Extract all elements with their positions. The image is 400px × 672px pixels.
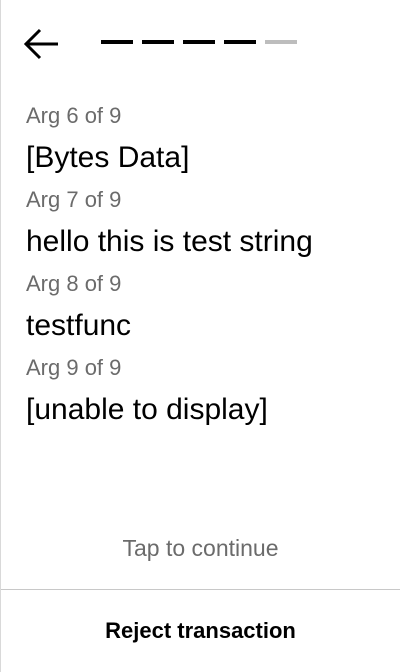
arg-value: testfunc xyxy=(26,309,132,342)
progress-step-complete xyxy=(142,40,174,44)
arg-value: [Bytes Data] xyxy=(26,141,190,174)
progress-step-pending xyxy=(265,40,297,44)
arg-value: hello this is test string xyxy=(26,225,313,258)
arrow-left-icon xyxy=(23,28,58,60)
review-screen: Arg 6 of 9 [Bytes Data] Arg 7 of 9 hello… xyxy=(0,0,400,672)
arg-label: Arg 9 of 9 xyxy=(26,355,122,380)
arg-label: Arg 7 of 9 xyxy=(26,187,122,212)
progress-step-current xyxy=(224,40,256,44)
reject-transaction-button[interactable]: Reject transaction xyxy=(1,590,400,672)
arg-label: Arg 8 of 9 xyxy=(26,271,122,296)
progress-step-complete xyxy=(101,40,133,44)
progress-step-complete xyxy=(183,40,215,44)
back-button[interactable] xyxy=(23,28,61,60)
arg-label: Arg 6 of 9 xyxy=(26,103,122,128)
step-progress-indicator xyxy=(101,40,297,44)
tap-to-continue-button[interactable]: Tap to continue xyxy=(1,532,400,564)
argument-list: Arg 6 of 9 [Bytes Data] Arg 7 of 9 hello… xyxy=(26,100,380,436)
arg-value: [unable to display] xyxy=(26,393,268,426)
